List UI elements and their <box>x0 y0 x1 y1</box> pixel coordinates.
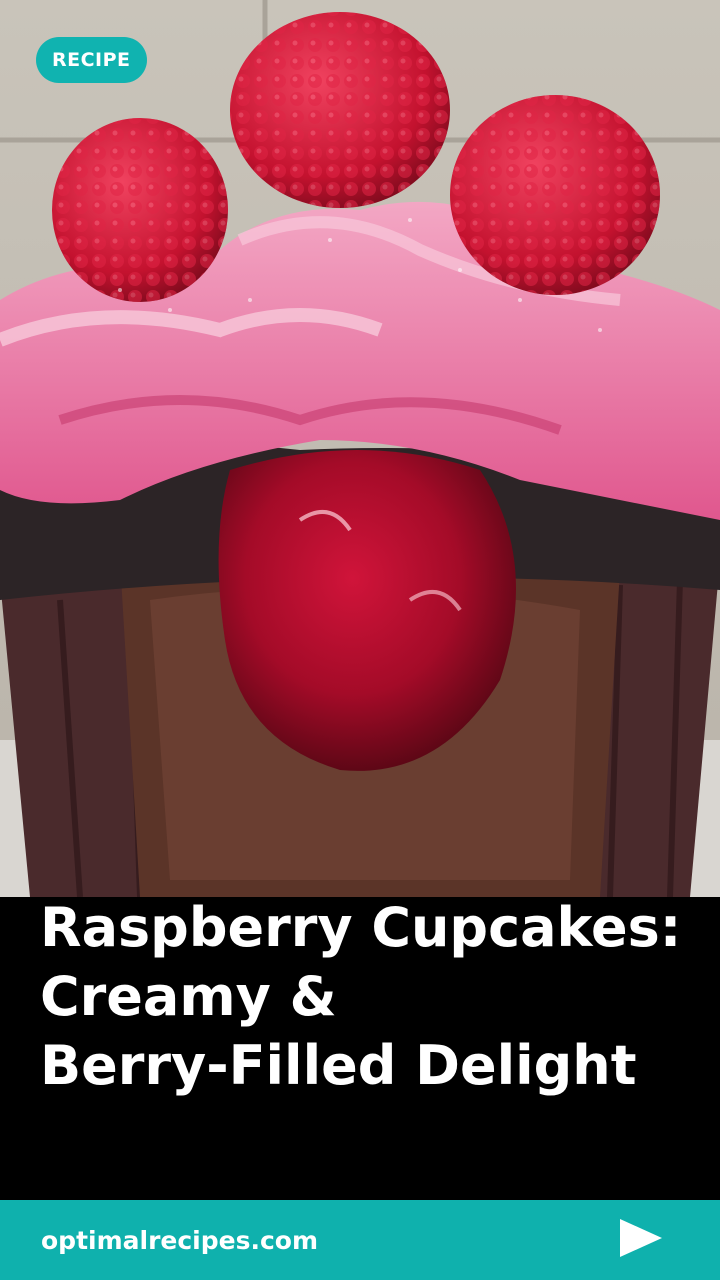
hero-photo: RECIPE <box>0 0 720 897</box>
recipe-title: Raspberry Cupcakes: Creamy & Berry-Fille… <box>40 893 700 1100</box>
cupcake-image <box>0 0 720 897</box>
title-line: Creamy & <box>40 965 337 1028</box>
title-line: Raspberry Cupcakes: <box>40 896 682 959</box>
site-link[interactable]: optimalrecipes.com <box>41 1224 318 1258</box>
recipe-badge: RECIPE <box>36 37 147 83</box>
title-line: Berry-Filled Delight <box>40 1034 637 1097</box>
play-arrow-icon[interactable] <box>620 1219 662 1257</box>
